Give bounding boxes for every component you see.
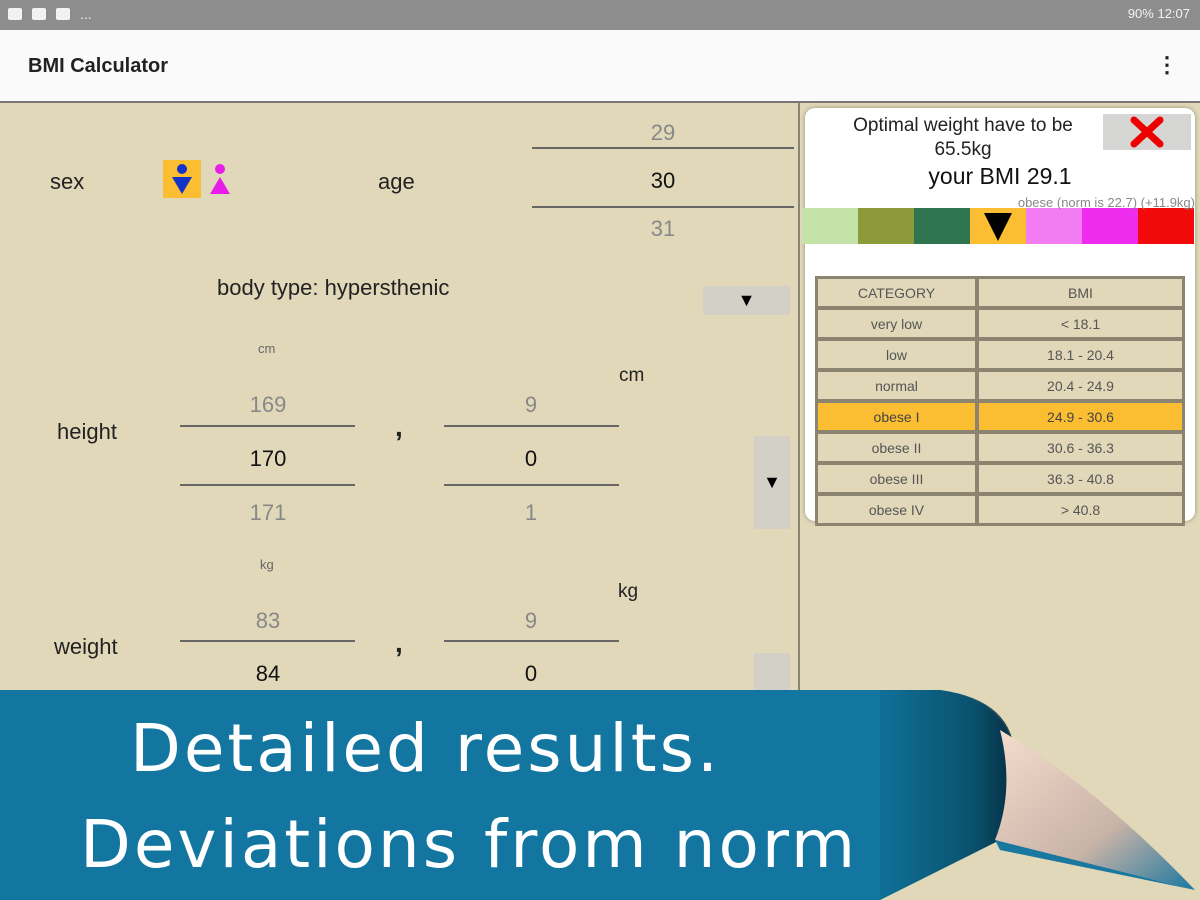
table-cell: obese I bbox=[817, 402, 976, 431]
height-decimal-divider-top bbox=[444, 425, 619, 427]
age-divider-top bbox=[532, 147, 794, 149]
bmi-scale-segment bbox=[914, 208, 970, 244]
table-row: obese I 24.9 - 30.6 bbox=[817, 402, 1183, 431]
bmi-result: your BMI 29.1 bbox=[928, 163, 1072, 189]
age-label: age bbox=[378, 169, 415, 194]
height-separator: , bbox=[395, 411, 403, 442]
height-unit-dropdown[interactable]: ▼ bbox=[754, 436, 790, 529]
overflow-menu-icon[interactable]: ⋮ bbox=[1156, 52, 1178, 78]
result-popup: Optimal weight have to be 65.5kg your BM… bbox=[802, 108, 1195, 526]
female-icon[interactable] bbox=[201, 160, 239, 198]
close-button[interactable] bbox=[1103, 114, 1191, 150]
status-bar: ... 90% 12:07 bbox=[0, 0, 1200, 30]
weight-decimal-value[interactable]: 0 bbox=[471, 661, 591, 687]
sex-label: sex bbox=[50, 169, 85, 194]
age-value[interactable]: 30 bbox=[603, 168, 723, 194]
weight-separator: , bbox=[395, 627, 403, 658]
height-whole-next[interactable]: 171 bbox=[208, 500, 328, 526]
weight-whole-value[interactable]: 84 bbox=[208, 661, 328, 687]
weight-unit-small: kg bbox=[260, 557, 274, 572]
age-next[interactable]: 31 bbox=[603, 216, 723, 242]
weight-decimal-divider-top bbox=[444, 640, 619, 642]
table-cell: > 40.8 bbox=[978, 495, 1183, 524]
height-whole-prev[interactable]: 169 bbox=[208, 392, 328, 418]
table-cell: 24.9 - 30.6 bbox=[978, 402, 1183, 431]
weight-label: weight bbox=[54, 634, 118, 659]
table-cell: 36.3 - 40.8 bbox=[978, 464, 1183, 493]
height-decimal-next[interactable]: 1 bbox=[471, 500, 591, 526]
male-icon[interactable] bbox=[163, 160, 201, 198]
table-cell: obese II bbox=[817, 433, 976, 462]
table-header-cell: BMI bbox=[978, 278, 1183, 307]
bmi-category-table: CATEGORY BMI very low < 18.1 low 18.1 - 20.4 n… bbox=[815, 276, 1185, 526]
height-decimal-value[interactable]: 0 bbox=[471, 446, 591, 472]
height-whole-divider-bottom bbox=[180, 484, 355, 486]
age-prev[interactable]: 29 bbox=[603, 120, 723, 146]
weight-unit-dropdown[interactable] bbox=[754, 653, 790, 693]
app-title: BMI Calculator bbox=[28, 55, 169, 77]
table-row: obese II 30.6 - 36.3 bbox=[817, 433, 1183, 462]
table-cell: 18.1 - 20.4 bbox=[978, 340, 1183, 369]
bmi-scale-segment bbox=[1082, 208, 1138, 244]
table-row: very low < 18.1 bbox=[817, 309, 1183, 338]
weight-decimal-prev[interactable]: 9 bbox=[471, 608, 591, 634]
table-cell: 30.6 - 36.3 bbox=[978, 433, 1183, 462]
table-cell: obese IV bbox=[817, 495, 976, 524]
promo-banner: Detailed results. Deviations from norm bbox=[0, 690, 1200, 900]
table-header-cell: CATEGORY bbox=[817, 278, 976, 307]
banner-line-2: Deviations from norm bbox=[80, 806, 859, 883]
height-decimal-divider-bottom bbox=[444, 484, 619, 486]
height-whole-value[interactable]: 170 bbox=[208, 446, 328, 472]
table-cell: < 18.1 bbox=[978, 309, 1183, 338]
table-row: normal 20.4 - 24.9 bbox=[817, 371, 1183, 400]
table-row: low 18.1 - 20.4 bbox=[817, 340, 1183, 369]
age-divider-bottom bbox=[532, 206, 794, 208]
link-icon bbox=[32, 8, 46, 20]
height-whole-divider-top bbox=[180, 425, 355, 427]
bmi-scale-segment bbox=[802, 208, 858, 244]
table-cell: very low bbox=[817, 309, 976, 338]
table-row: obese III 36.3 - 40.8 bbox=[817, 464, 1183, 493]
optimal-weight-text: Optimal weight have to be 65.5kg bbox=[853, 115, 1073, 160]
more-notifications: ... bbox=[80, 6, 92, 22]
weight-whole-divider-top bbox=[180, 640, 355, 642]
bmi-marker-icon bbox=[984, 213, 1012, 241]
bmi-scale-segment bbox=[858, 208, 914, 244]
deviation-text: obese (norm is 22.7) (+11.9kg) bbox=[1017, 195, 1195, 210]
weight-unit: kg bbox=[618, 581, 639, 602]
app-bar: BMI Calculator ⋮ bbox=[0, 30, 1200, 103]
battery-clock: 90% 12:07 bbox=[1127, 6, 1190, 21]
height-decimal-prev[interactable]: 9 bbox=[471, 392, 591, 418]
table-header-row: CATEGORY BMI bbox=[817, 278, 1183, 307]
notification-icon bbox=[56, 8, 70, 20]
bmi-scale-segment bbox=[1026, 208, 1082, 244]
table-cell: low bbox=[817, 340, 976, 369]
body-type-label: body type: hypersthenic bbox=[217, 275, 450, 300]
body-type-dropdown[interactable]: ▼ bbox=[703, 286, 790, 315]
table-row: obese IV > 40.8 bbox=[817, 495, 1183, 524]
table-cell: obese III bbox=[817, 464, 976, 493]
height-unit-small: cm bbox=[258, 341, 276, 356]
weight-whole-prev[interactable]: 83 bbox=[208, 608, 328, 634]
bmi-scale-segment bbox=[1138, 208, 1194, 244]
table-cell: 20.4 - 24.9 bbox=[978, 371, 1183, 400]
table-cell: normal bbox=[817, 371, 976, 400]
image-icon bbox=[8, 8, 22, 20]
banner-line-1: Detailed results. bbox=[130, 710, 721, 787]
close-icon bbox=[1130, 116, 1164, 148]
height-unit: cm bbox=[619, 365, 645, 386]
height-label: height bbox=[57, 419, 117, 444]
